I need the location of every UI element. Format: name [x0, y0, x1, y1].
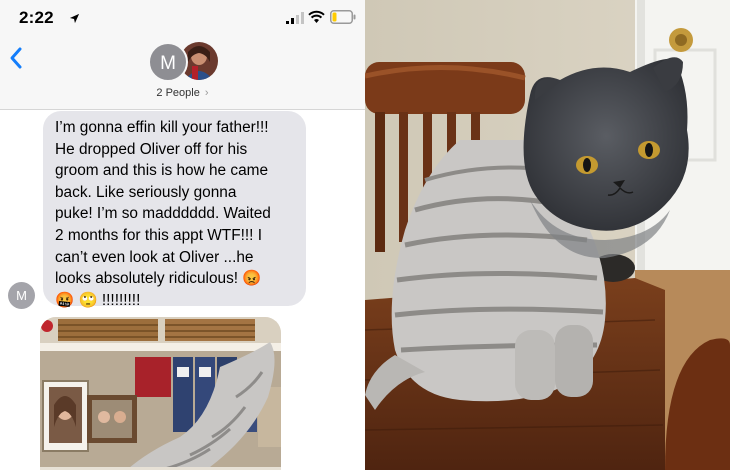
sender-avatar: M	[8, 282, 35, 309]
groomed-cat-photo	[365, 0, 730, 470]
shelf-photo-image	[40, 317, 281, 470]
conversation-header: 2:22 M 2 People ›	[0, 0, 365, 110]
chevron-right-icon: ›	[204, 87, 209, 99]
received-message-bubble[interactable]: I’m gonna effin kill your father!!! He d…	[43, 111, 306, 309]
location-arrow-icon	[69, 13, 80, 24]
people-count-label: 2 People	[156, 87, 200, 99]
cat-photo-image	[365, 0, 730, 470]
group-details-link[interactable]: 2 People ›	[0, 87, 365, 99]
imessage-screenshot: 2:22 M 2 People › I’m gonna effin kill y…	[0, 0, 365, 470]
attached-photo-message[interactable]	[40, 317, 281, 470]
group-member-initial-avatar[interactable]: M	[148, 42, 188, 82]
message-text: I’m gonna effin kill your father!!! He d…	[55, 119, 271, 309]
wifi-icon	[308, 10, 325, 23]
status-time: 2:22	[19, 8, 54, 27]
signal-icon	[286, 12, 304, 24]
status-bar: 2:22	[0, 0, 365, 34]
battery-icon	[330, 10, 356, 24]
back-chevron-icon[interactable]	[8, 46, 24, 70]
